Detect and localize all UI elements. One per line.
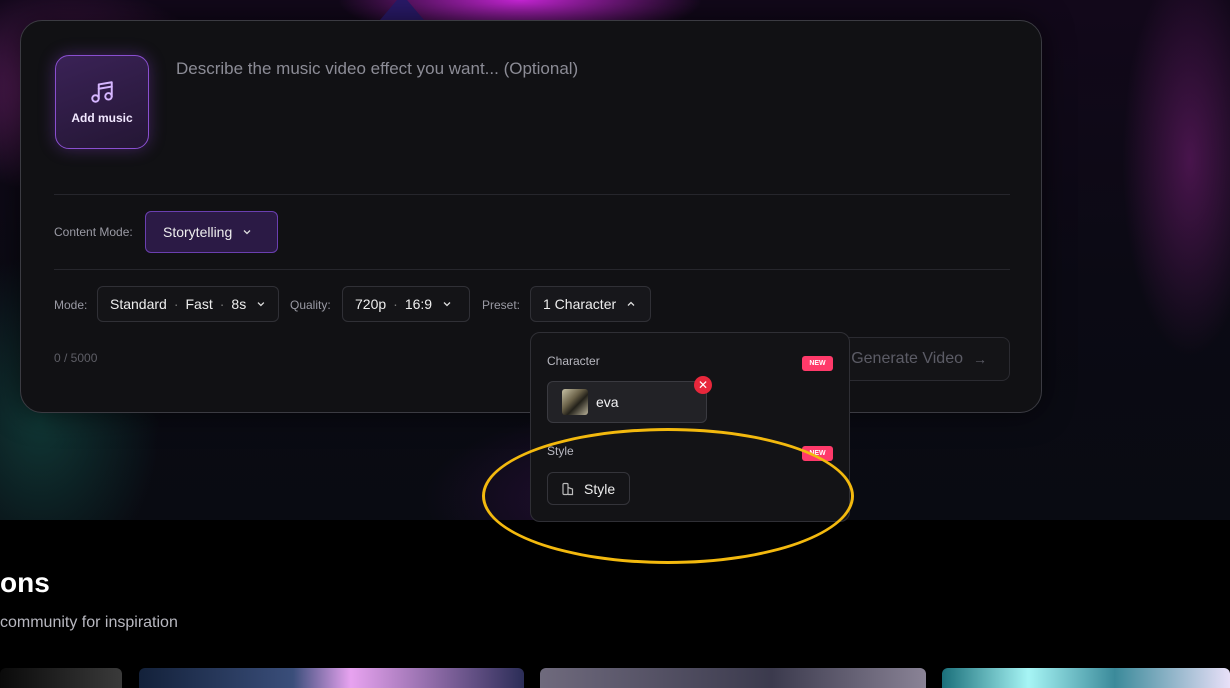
character-name: eva — [596, 394, 619, 410]
mode-duration: 8s — [231, 296, 247, 312]
decorative-shape — [380, 0, 424, 20]
style-button[interactable]: Style — [547, 472, 630, 505]
quality-resolution: 720p — [355, 296, 387, 312]
generate-video-button[interactable]: Generate Video → — [829, 337, 1010, 381]
add-music-button[interactable]: Add music — [55, 55, 149, 149]
separator-dot: · — [393, 296, 398, 312]
quality-dropdown[interactable]: 720p · 16:9 — [342, 286, 470, 322]
add-music-label: Add music — [71, 111, 133, 125]
gallery-thumbnail[interactable] — [540, 668, 926, 688]
quality-aspect: 16:9 — [404, 296, 433, 312]
music-note-icon — [91, 81, 113, 103]
divider — [54, 194, 1010, 195]
content-mode-label: Content Mode: — [54, 225, 133, 239]
gallery-thumbnail[interactable] — [0, 668, 122, 688]
preset-value: 1 Character — [543, 296, 617, 312]
style-icon — [562, 482, 574, 495]
generate-video-label: Generate Video — [851, 350, 963, 367]
character-section-label: Character — [547, 354, 600, 368]
character-chip[interactable]: eva — [547, 381, 707, 423]
prompt-input[interactable] — [174, 57, 998, 201]
chevron-up-icon — [627, 301, 635, 306]
separator-dot: · — [173, 296, 179, 312]
style-button-label: Style — [584, 480, 616, 497]
chevron-down-icon — [443, 302, 451, 307]
preset-popover: Character NEW eva ✕ Style NEW Style — [530, 332, 850, 522]
mode-speed: Fast — [185, 296, 213, 312]
chevron-down-icon — [243, 230, 251, 235]
content-mode-dropdown[interactable]: Storytelling — [145, 211, 278, 253]
section-subtitle: community for inspiration — [0, 614, 178, 631]
mode-value: Standard — [110, 296, 167, 312]
section-title: ons — [0, 567, 50, 598]
remove-character-icon[interactable]: ✕ — [694, 376, 712, 394]
gallery-thumbnail[interactable] — [942, 668, 1230, 688]
new-badge: NEW — [802, 446, 833, 461]
mode-label: Mode: — [54, 298, 88, 312]
char-counter: 0 / 5000 — [54, 351, 98, 365]
new-badge: NEW — [802, 356, 833, 371]
quality-label: Quality: — [290, 298, 331, 312]
character-avatar — [562, 389, 588, 415]
gallery-thumbnail[interactable] — [139, 668, 524, 688]
arrow-right-icon: → — [973, 351, 987, 367]
mode-dropdown[interactable]: Standard · Fast · 8s — [97, 286, 279, 322]
content-mode-value: Storytelling — [163, 224, 233, 240]
preset-dropdown[interactable]: 1 Character — [530, 286, 651, 322]
preset-label: Preset: — [482, 298, 521, 312]
style-section-label: Style — [547, 444, 574, 458]
separator-dot: · — [219, 296, 225, 312]
divider — [54, 269, 1010, 270]
chevron-down-icon — [257, 302, 265, 307]
